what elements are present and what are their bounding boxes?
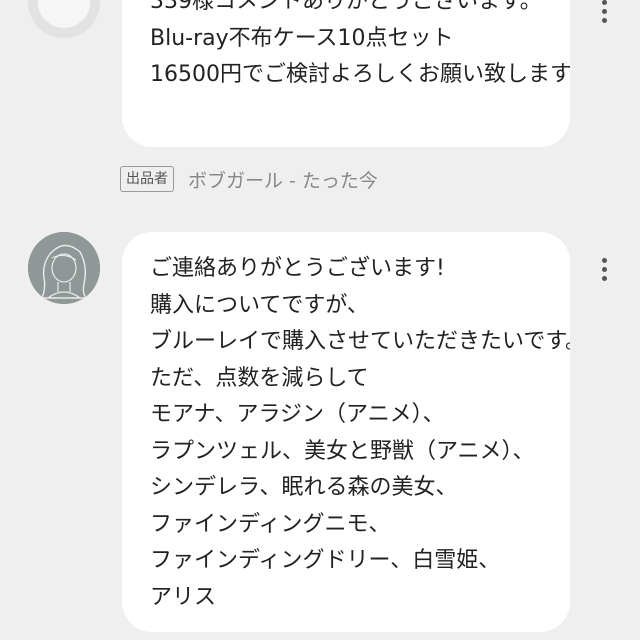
user-avatar-icon xyxy=(28,232,100,304)
comment-text: ご連絡ありがとうございます! 購入についてですが、ブルーレイで購入させていただき… xyxy=(150,256,570,610)
comment-bubble-user: ご連絡ありがとうございます! 購入についてですが、ブルーレイで購入させていただき… xyxy=(122,232,570,632)
comment-text: 339様コメントありがとうございます。Blu-ray不布ケース10点セット 16… xyxy=(150,0,570,87)
seller-badge: 出品者 xyxy=(120,166,174,192)
more-vert-icon[interactable] xyxy=(592,0,616,26)
comment-author-time: ボブガール - たった今 xyxy=(188,169,378,192)
more-vert-icon[interactable] xyxy=(592,256,616,284)
avatar-seller[interactable] xyxy=(28,0,100,38)
comment-meta: 出品者 ボブガール - たった今 xyxy=(120,164,378,194)
user-avatar[interactable] xyxy=(28,232,100,304)
avatar-placeholder-icon xyxy=(38,0,90,28)
comment-bubble-seller: 339様コメントありがとうございます。Blu-ray不布ケース10点セット 16… xyxy=(122,0,570,147)
